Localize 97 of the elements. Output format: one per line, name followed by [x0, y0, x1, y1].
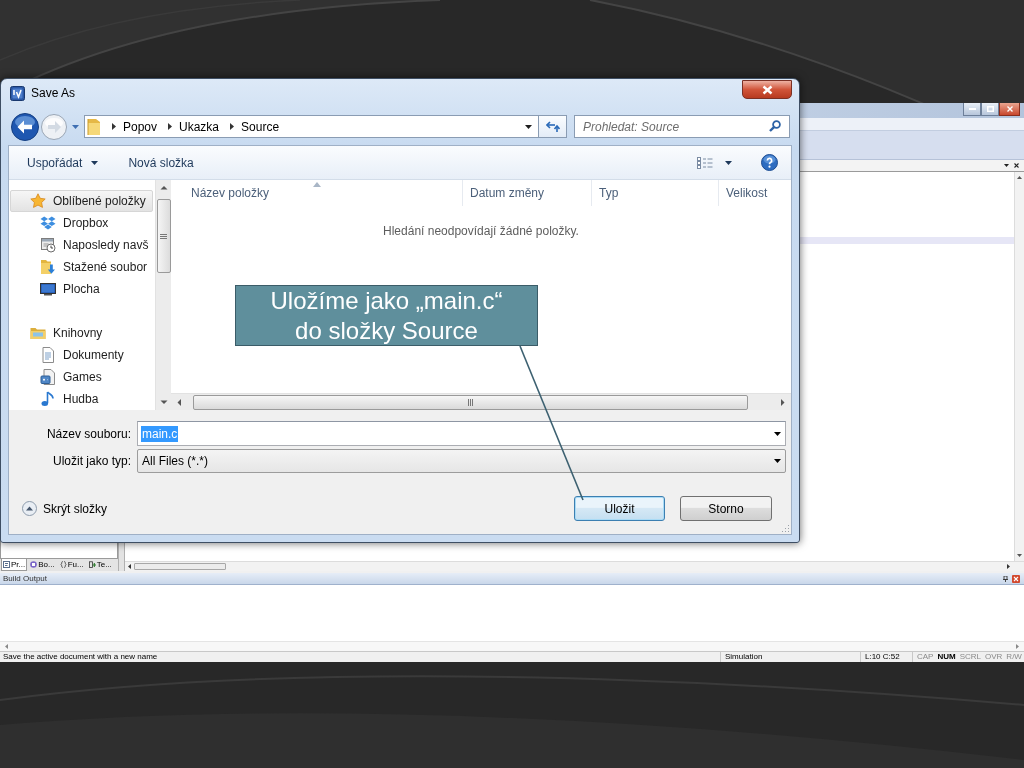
scroll-up-icon[interactable] — [1017, 176, 1022, 179]
grip-icon — [468, 398, 473, 406]
panel-title: Build Output — [3, 574, 49, 583]
scrollbar-thumb[interactable] — [134, 563, 226, 570]
empty-message: Hledání neodpovídají žádné položky. — [382, 224, 580, 238]
app-icon — [10, 86, 25, 101]
nav-item[interactable]: Hudba — [10, 388, 153, 410]
nav-item[interactable]: Games — [10, 366, 153, 388]
close-icon[interactable] — [1014, 163, 1019, 168]
field-label: Uložit jako typ: — [51, 454, 132, 468]
scrollbar-thumb[interactable] — [156, 199, 171, 273]
document-icon — [40, 347, 56, 363]
horizontal-scrollbar[interactable] — [171, 393, 791, 410]
dropdown-caret-icon[interactable] — [774, 431, 781, 436]
grip-icon — [160, 233, 167, 239]
minimize-icon — [968, 108, 976, 110]
search-icon[interactable] — [769, 120, 781, 132]
breadcrumb-item[interactable]: Popov — [123, 119, 158, 134]
column-header[interactable]: Datum změny — [463, 180, 592, 206]
nav-item[interactable]: Knihovny — [10, 322, 153, 344]
callout-text: Uložíme jako „main.c“ do složky Source — [270, 285, 503, 346]
clock-window-icon — [40, 237, 56, 253]
save-button[interactable]: Uložit — [574, 496, 665, 521]
breadcrumb-item[interactable]: Ukazka — [179, 119, 220, 134]
status-indicator: CAP — [917, 653, 934, 661]
folder-icon — [87, 117, 101, 136]
status-indicator: NUM — [937, 653, 956, 661]
field-label: Název souboru: — [45, 426, 132, 441]
search-field[interactable]: Prohledat: Source — [574, 115, 790, 138]
close-button[interactable] — [999, 103, 1020, 116]
file-type-dropdown[interactable]: All Files (*.*) — [137, 449, 786, 473]
vertical-scrollbar[interactable] — [155, 180, 171, 410]
scroll-right-icon[interactable] — [1007, 564, 1010, 569]
details-view-icon — [697, 156, 713, 169]
project-tab[interactable]: Fu... — [57, 559, 86, 571]
status-mode: Simulation — [725, 653, 763, 661]
tree-icon — [3, 561, 10, 568]
nav-item[interactable]: Plocha — [10, 278, 153, 300]
project-tab[interactable]: Pr... — [1, 559, 28, 571]
chevron-icon[interactable] — [112, 123, 116, 130]
project-tab[interactable]: Bo... — [28, 559, 57, 571]
folder-arrow-icon — [40, 259, 56, 275]
new-folder-button[interactable]: Nová složka — [120, 151, 202, 174]
project-tab[interactable]: Te... — [86, 559, 114, 571]
refresh-button[interactable] — [539, 115, 567, 138]
status-indicator: OVR — [985, 653, 1003, 661]
star-icon — [30, 193, 46, 209]
back-button[interactable] — [11, 112, 39, 141]
close-button[interactable] — [742, 80, 792, 99]
maximize-button[interactable] — [981, 103, 999, 116]
hide-folders-button[interactable]: Skrýt složky — [20, 499, 109, 518]
dropdown-caret-icon[interactable] — [1004, 164, 1009, 167]
nav-item[interactable]: Dropbox — [10, 212, 153, 234]
column-header[interactable]: Název položky — [171, 180, 463, 206]
music-note-icon — [40, 391, 56, 407]
organize-button[interactable]: Uspořádat — [19, 151, 107, 174]
nav-item[interactable]: Dokumenty — [10, 344, 153, 366]
monitor-icon — [40, 281, 56, 297]
braces-icon — [59, 561, 67, 568]
column-header[interactable]: Typ — [592, 180, 719, 206]
game-icon — [40, 369, 56, 385]
scrollbar-thumb[interactable] — [193, 394, 748, 410]
chevron-icon[interactable] — [230, 123, 235, 130]
help-icon — [761, 154, 778, 171]
help-button[interactable] — [758, 152, 781, 173]
folder-icon — [30, 325, 46, 341]
close-icon — [761, 84, 773, 95]
window-title: Save As — [31, 86, 76, 100]
breadcrumb-item[interactable]: Source — [241, 119, 280, 134]
chevron-icon[interactable] — [168, 123, 173, 130]
caret-icon — [71, 124, 79, 129]
maximize-icon — [986, 106, 994, 112]
cancel-button[interactable]: Storno — [680, 496, 772, 521]
books-icon — [30, 561, 38, 568]
status-indicator: R/W — [1006, 653, 1022, 661]
column-header[interactable]: Velikost — [719, 180, 791, 206]
scroll-left-icon[interactable] — [128, 564, 131, 569]
box-icon — [40, 215, 56, 231]
nav-item[interactable]: Stažené soubor — [10, 256, 153, 278]
status-indicator: SCRL — [959, 653, 981, 661]
horizontal-scrollbar[interactable] — [125, 561, 1024, 571]
nav-item[interactable]: Naposledy navš — [10, 234, 153, 256]
vertical-scrollbar[interactable] — [1014, 172, 1024, 561]
sort-arrow-icon — [312, 182, 321, 187]
cursor-position: L:10 C:52 — [865, 653, 900, 661]
scroll-down-icon[interactable] — [1017, 554, 1022, 557]
minimize-button[interactable] — [963, 103, 981, 116]
refresh-icon — [545, 120, 560, 133]
dropdown-caret-icon[interactable] — [774, 459, 781, 463]
template-icon — [88, 561, 96, 568]
status-message: Save the active document with a new name — [2, 653, 159, 661]
close-icon — [1006, 106, 1013, 112]
dropdown-caret-icon[interactable] — [525, 124, 532, 129]
nav-item[interactable]: Oblíbené položky — [10, 190, 153, 212]
pin-icon[interactable] — [1003, 575, 1008, 582]
resize-grip-icon[interactable] — [781, 524, 789, 532]
address-bar[interactable]: Popov Ukazka Source — [84, 115, 539, 138]
